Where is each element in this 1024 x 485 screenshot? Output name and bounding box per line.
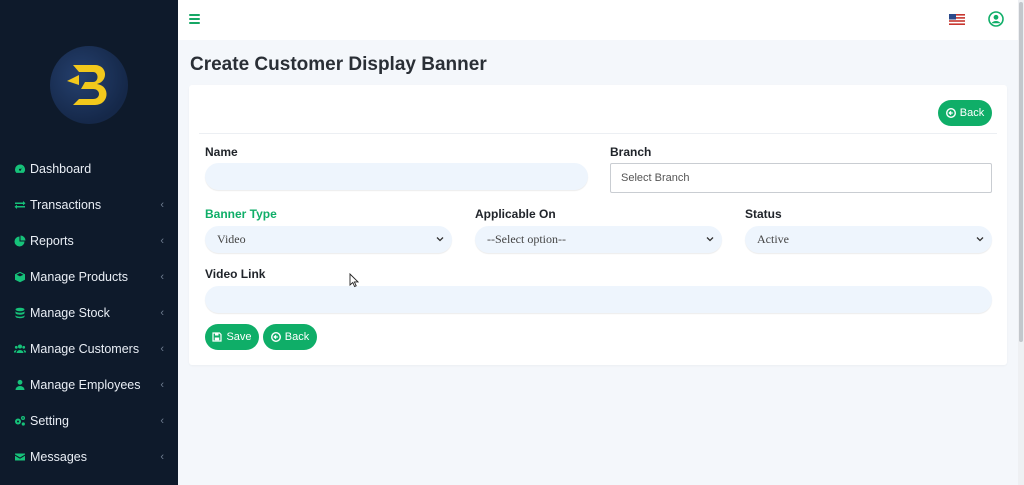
chevron-left-icon: ‹ [160,343,164,355]
cogs-icon [14,415,26,427]
arrow-circle-left-icon [270,332,281,342]
chevron-left-icon: ‹ [160,379,164,391]
branch-select[interactable]: Select Branch [610,163,992,193]
status-value: Active [757,232,789,246]
back-button-label: Back [959,107,985,119]
branch-placeholder: Select Branch [621,172,690,184]
scrollbar-thumb[interactable] [1019,2,1023,342]
hamburger-icon[interactable] [189,14,200,24]
chevron-left-icon: ‹ [160,451,164,463]
applicable-on-label: Applicable On [475,207,556,221]
sidebar-item-reports[interactable]: Reports ‹ [0,223,178,259]
arrow-circle-left-icon [945,108,956,118]
chevron-down-icon [976,237,984,242]
envelope-icon [14,451,26,463]
sidebar-item-manage-employees[interactable]: Manage Employees ‹ [0,367,178,403]
sidebar-item-setting[interactable]: Setting ‹ [0,403,178,439]
logo-b-icon [67,65,107,105]
status-label: Status [745,207,782,221]
users-icon [14,343,26,355]
exchange-icon [14,199,26,211]
database-icon [14,307,26,319]
card-divider [199,133,997,134]
video-link-label: Video Link [205,267,266,281]
back-button-label: Back [284,331,310,343]
page-title: Create Customer Display Banner [190,54,487,75]
pie-chart-icon [14,235,26,247]
sidebar-item-label: Transactions [30,198,102,212]
chevron-left-icon: ‹ [160,307,164,319]
sidebar: Dashboard Transactions ‹ Reports ‹ Manag… [0,0,178,485]
banner-type-label: Banner Type [205,207,277,221]
brand-logo[interactable] [50,46,128,124]
sidebar-item-manage-products[interactable]: Manage Products ‹ [0,259,178,295]
sidebar-nav: Dashboard Transactions ‹ Reports ‹ Manag… [0,151,178,475]
chevron-left-icon: ‹ [160,235,164,247]
chevron-left-icon: ‹ [160,415,164,427]
video-link-input[interactable] [205,286,992,313]
name-input[interactable] [205,163,588,190]
back-button-top[interactable]: Back [938,100,992,126]
applicable-on-value: --Select option-- [487,232,566,246]
us-flag-icon[interactable] [949,14,965,25]
sidebar-item-transactions[interactable]: Transactions ‹ [0,187,178,223]
status-select[interactable]: Active [745,226,992,253]
sidebar-item-messages[interactable]: Messages ‹ [0,439,178,475]
name-label: Name [205,145,238,159]
branch-label: Branch [610,145,652,159]
save-button-label: Save [226,331,252,343]
top-bar [178,0,1018,40]
sidebar-item-label: Manage Stock [30,306,110,320]
chevron-down-icon [436,237,444,242]
banner-type-select[interactable]: Video [205,226,452,253]
back-button-bottom[interactable]: Back [263,324,317,350]
sidebar-item-label: Manage Employees [30,378,141,392]
chevron-down-icon [706,237,714,242]
page-scrollbar[interactable] [1018,0,1024,485]
chevron-left-icon: ‹ [160,271,164,283]
cube-icon [14,271,26,283]
user-icon [14,379,26,391]
banner-form-card: Back Name Branch Select Branch Banner Ty… [189,85,1007,365]
banner-type-value: Video [217,232,246,246]
sidebar-item-manage-customers[interactable]: Manage Customers ‹ [0,331,178,367]
mouse-cursor-icon [349,273,359,288]
floppy-disk-icon [212,332,223,342]
sidebar-item-label: Setting [30,414,69,428]
chevron-left-icon: ‹ [160,199,164,211]
sidebar-item-dashboard[interactable]: Dashboard [0,151,178,187]
applicable-on-select[interactable]: --Select option-- [475,226,722,253]
user-circle-icon[interactable] [988,11,1004,27]
dashboard-icon [14,163,26,175]
sidebar-item-label: Messages [30,450,87,464]
sidebar-item-label: Dashboard [30,162,92,176]
sidebar-item-label: Manage Customers [30,342,140,356]
sidebar-item-label: Reports [30,234,74,248]
save-button[interactable]: Save [205,324,259,350]
sidebar-item-label: Manage Products [30,270,128,284]
sidebar-item-manage-stock[interactable]: Manage Stock ‹ [0,295,178,331]
